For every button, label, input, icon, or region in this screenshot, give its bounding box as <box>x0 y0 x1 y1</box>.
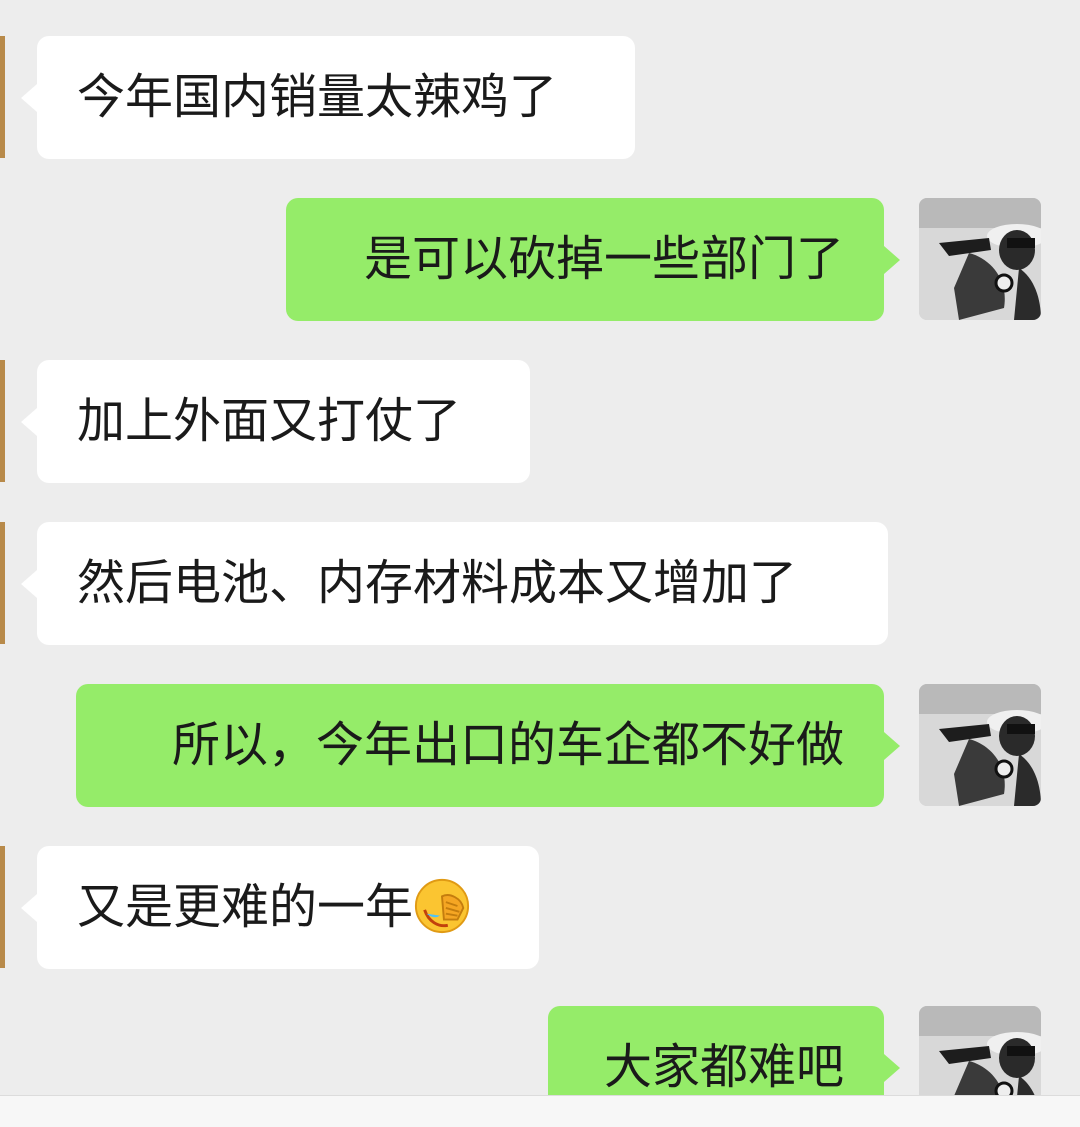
bubble-tail <box>21 894 37 922</box>
message-bubble-incoming[interactable]: 然后电池、内存材料成本又增加了 <box>37 522 888 645</box>
bubble-tail <box>884 732 900 760</box>
message-bubble-outgoing[interactable]: 是可以砍掉一些部门了 <box>286 198 884 321</box>
contact-avatar-edge[interactable] <box>0 360 5 482</box>
bubble-tail <box>21 84 37 112</box>
bubble-tail <box>21 408 37 436</box>
self-avatar[interactable] <box>919 1006 1041 1095</box>
message-bubble-incoming[interactable]: 加上外面又打仗了 <box>37 360 530 483</box>
face-palm-crying-emoji-icon <box>414 878 470 934</box>
message-bubble-incoming[interactable]: 又是更难的一年 <box>37 846 539 969</box>
contact-avatar-edge[interactable] <box>0 36 5 158</box>
message-bubble-outgoing[interactable]: 所以，今年出口的车企都不好做 <box>76 684 884 807</box>
self-avatar[interactable] <box>919 684 1041 806</box>
chat-area[interactable]: 今年国内销量太辣鸡了 是可以砍掉一些部门了 加上外面又打仗了 然后电池、内存材料… <box>0 0 1080 1095</box>
bubble-tail <box>21 570 37 598</box>
contact-avatar-edge[interactable] <box>0 522 5 644</box>
bubble-tail <box>884 246 900 274</box>
input-bar[interactable] <box>0 1095 1080 1127</box>
message-text: 大家都难吧 <box>603 1039 844 1095</box>
self-avatar[interactable] <box>919 198 1041 320</box>
message-text: 然后电池、内存材料成本又增加了 <box>77 555 798 611</box>
message-text: 又是更难的一年 <box>77 879 414 935</box>
bubble-tail <box>884 1054 900 1082</box>
contact-avatar-edge[interactable] <box>0 846 5 968</box>
message-text: 是可以砍掉一些部门了 <box>363 231 844 287</box>
message-text: 所以，今年出口的车企都不好做 <box>171 717 844 773</box>
message-bubble-outgoing[interactable]: 大家都难吧 <box>548 1006 884 1095</box>
message-text: 今年国内销量太辣鸡了 <box>77 69 558 125</box>
message-bubble-incoming[interactable]: 今年国内销量太辣鸡了 <box>37 36 635 159</box>
message-text: 加上外面又打仗了 <box>77 393 462 449</box>
